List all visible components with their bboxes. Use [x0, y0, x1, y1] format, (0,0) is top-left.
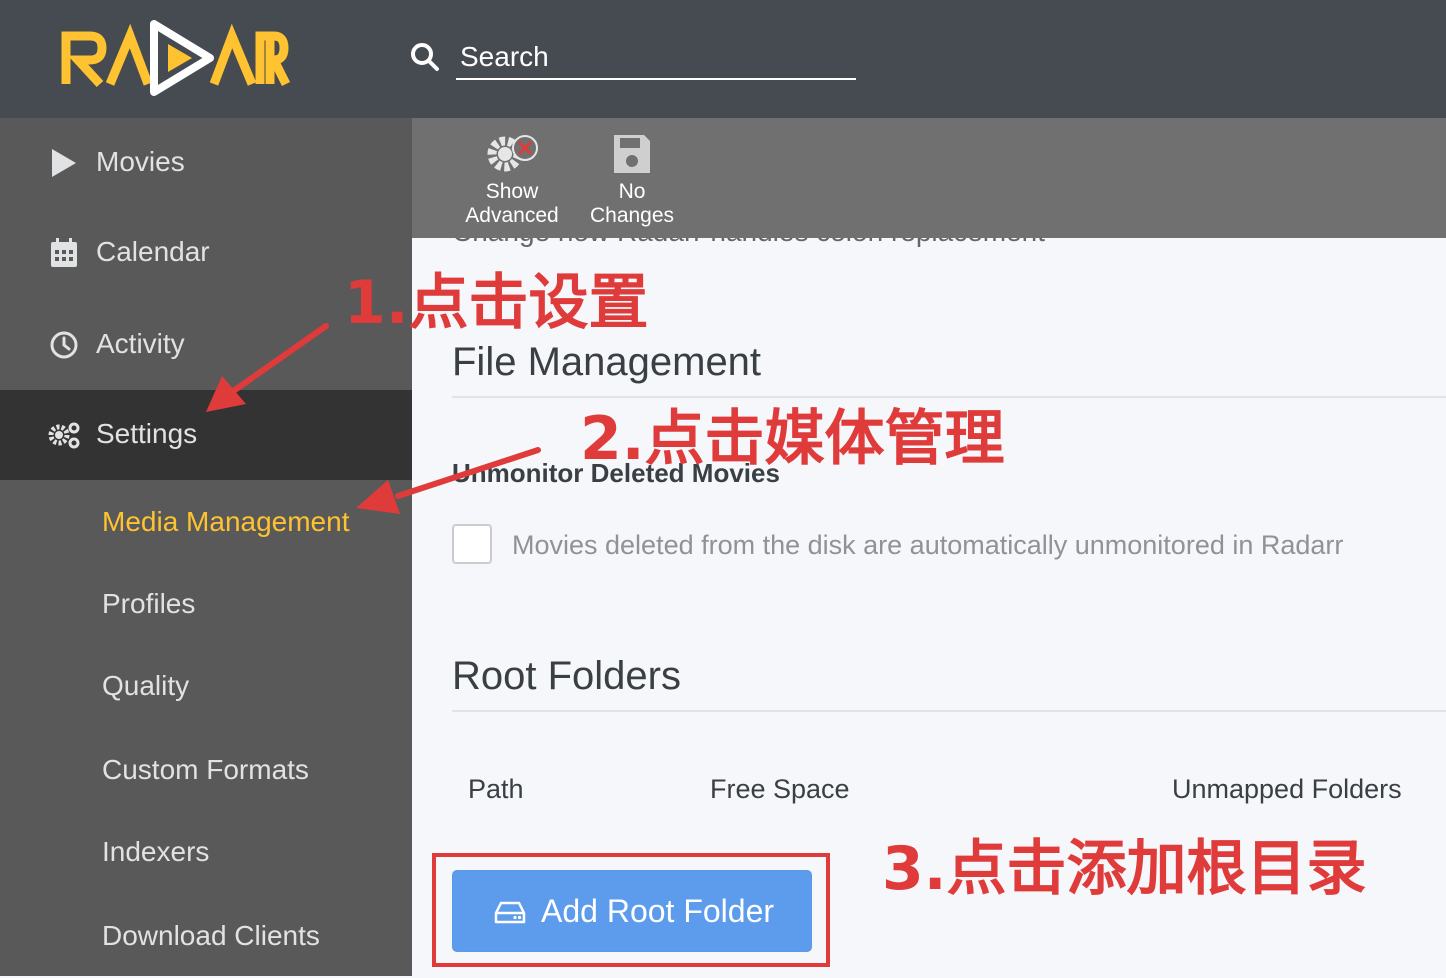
annotation-highlight-box [432, 853, 830, 967]
toolbar-label: No [618, 180, 646, 203]
advanced-settings-icon [487, 135, 538, 172]
play-icon [52, 149, 76, 177]
unmonitor-deleted-movies-checkbox[interactable] [452, 524, 492, 564]
sidebar-subitem-media-management[interactable]: Media Management [0, 482, 412, 564]
sidebar-item-movies[interactable]: Movies [0, 118, 412, 208]
page-toolbar: Show Advanced No Changes [412, 118, 1446, 238]
column-header-unmapped-folders: Unmapped Folders [1172, 774, 1402, 804]
save-icon [614, 135, 650, 173]
sidebar-item-label: Movies [96, 146, 185, 177]
unmonitor-deleted-movies-help: Movies deleted from the disk are automat… [512, 530, 1344, 560]
sidebar-item-label: Settings [96, 418, 198, 449]
column-header-path: Path [468, 774, 524, 804]
sidebar-subitem-label: Indexers [102, 836, 210, 867]
root-folders-title: Root Folders [452, 654, 681, 698]
sidebar-subitem-label: Custom Formats [102, 754, 309, 785]
radarr-logo[interactable] [60, 14, 305, 100]
gears-icon [48, 422, 80, 449]
sidebar-item-settings[interactable]: Settings [0, 390, 412, 480]
annotation-step2: 2.点击媒体管理 [580, 404, 1005, 474]
show-advanced-button[interactable]: Show Advanced [452, 132, 572, 228]
sidebar-subitem-custom-formats[interactable]: Custom Formats [0, 730, 412, 812]
sidebar-subitem-label: Profiles [102, 588, 196, 619]
sidebar-item-label: Calendar [96, 236, 210, 267]
toolbar-label: Changes [589, 204, 675, 227]
column-header-free-space: Free Space [710, 774, 850, 804]
file-management-title: File Management [452, 340, 762, 384]
sidebar-subitem-label: Media Management [102, 506, 350, 537]
clock-icon [50, 331, 78, 359]
calendar-icon [51, 238, 77, 267]
sidebar: Movies Calendar Activity Settings Media … [0, 118, 412, 976]
sidebar-subitem-profiles[interactable]: Profiles [0, 564, 412, 646]
sidebar-subitem-indexers[interactable]: Indexers [0, 812, 412, 894]
toolbar-label: Show [485, 180, 539, 203]
annotation-step1: 1.点击设置 [344, 268, 649, 338]
save-button[interactable]: No Changes [572, 132, 692, 228]
sidebar-item-label: Activity [96, 328, 185, 359]
annotation-step3: 3.点击添加根目录 [882, 834, 1367, 904]
sidebar-subitem-quality[interactable]: Quality [0, 646, 412, 728]
sidebar-subitem-download-clients[interactable]: Download Clients [0, 896, 412, 978]
section-divider [452, 710, 1446, 712]
search-input[interactable] [456, 36, 856, 80]
sidebar-subitem-label: Quality [102, 670, 190, 701]
search-icon [411, 43, 439, 71]
toolbar-label: Advanced [465, 204, 559, 227]
colon-replacement-help-text: Change how Radarr handles colon replacem… [452, 238, 1045, 248]
sidebar-subitem-label: Download Clients [102, 920, 320, 951]
header [0, 0, 1446, 118]
